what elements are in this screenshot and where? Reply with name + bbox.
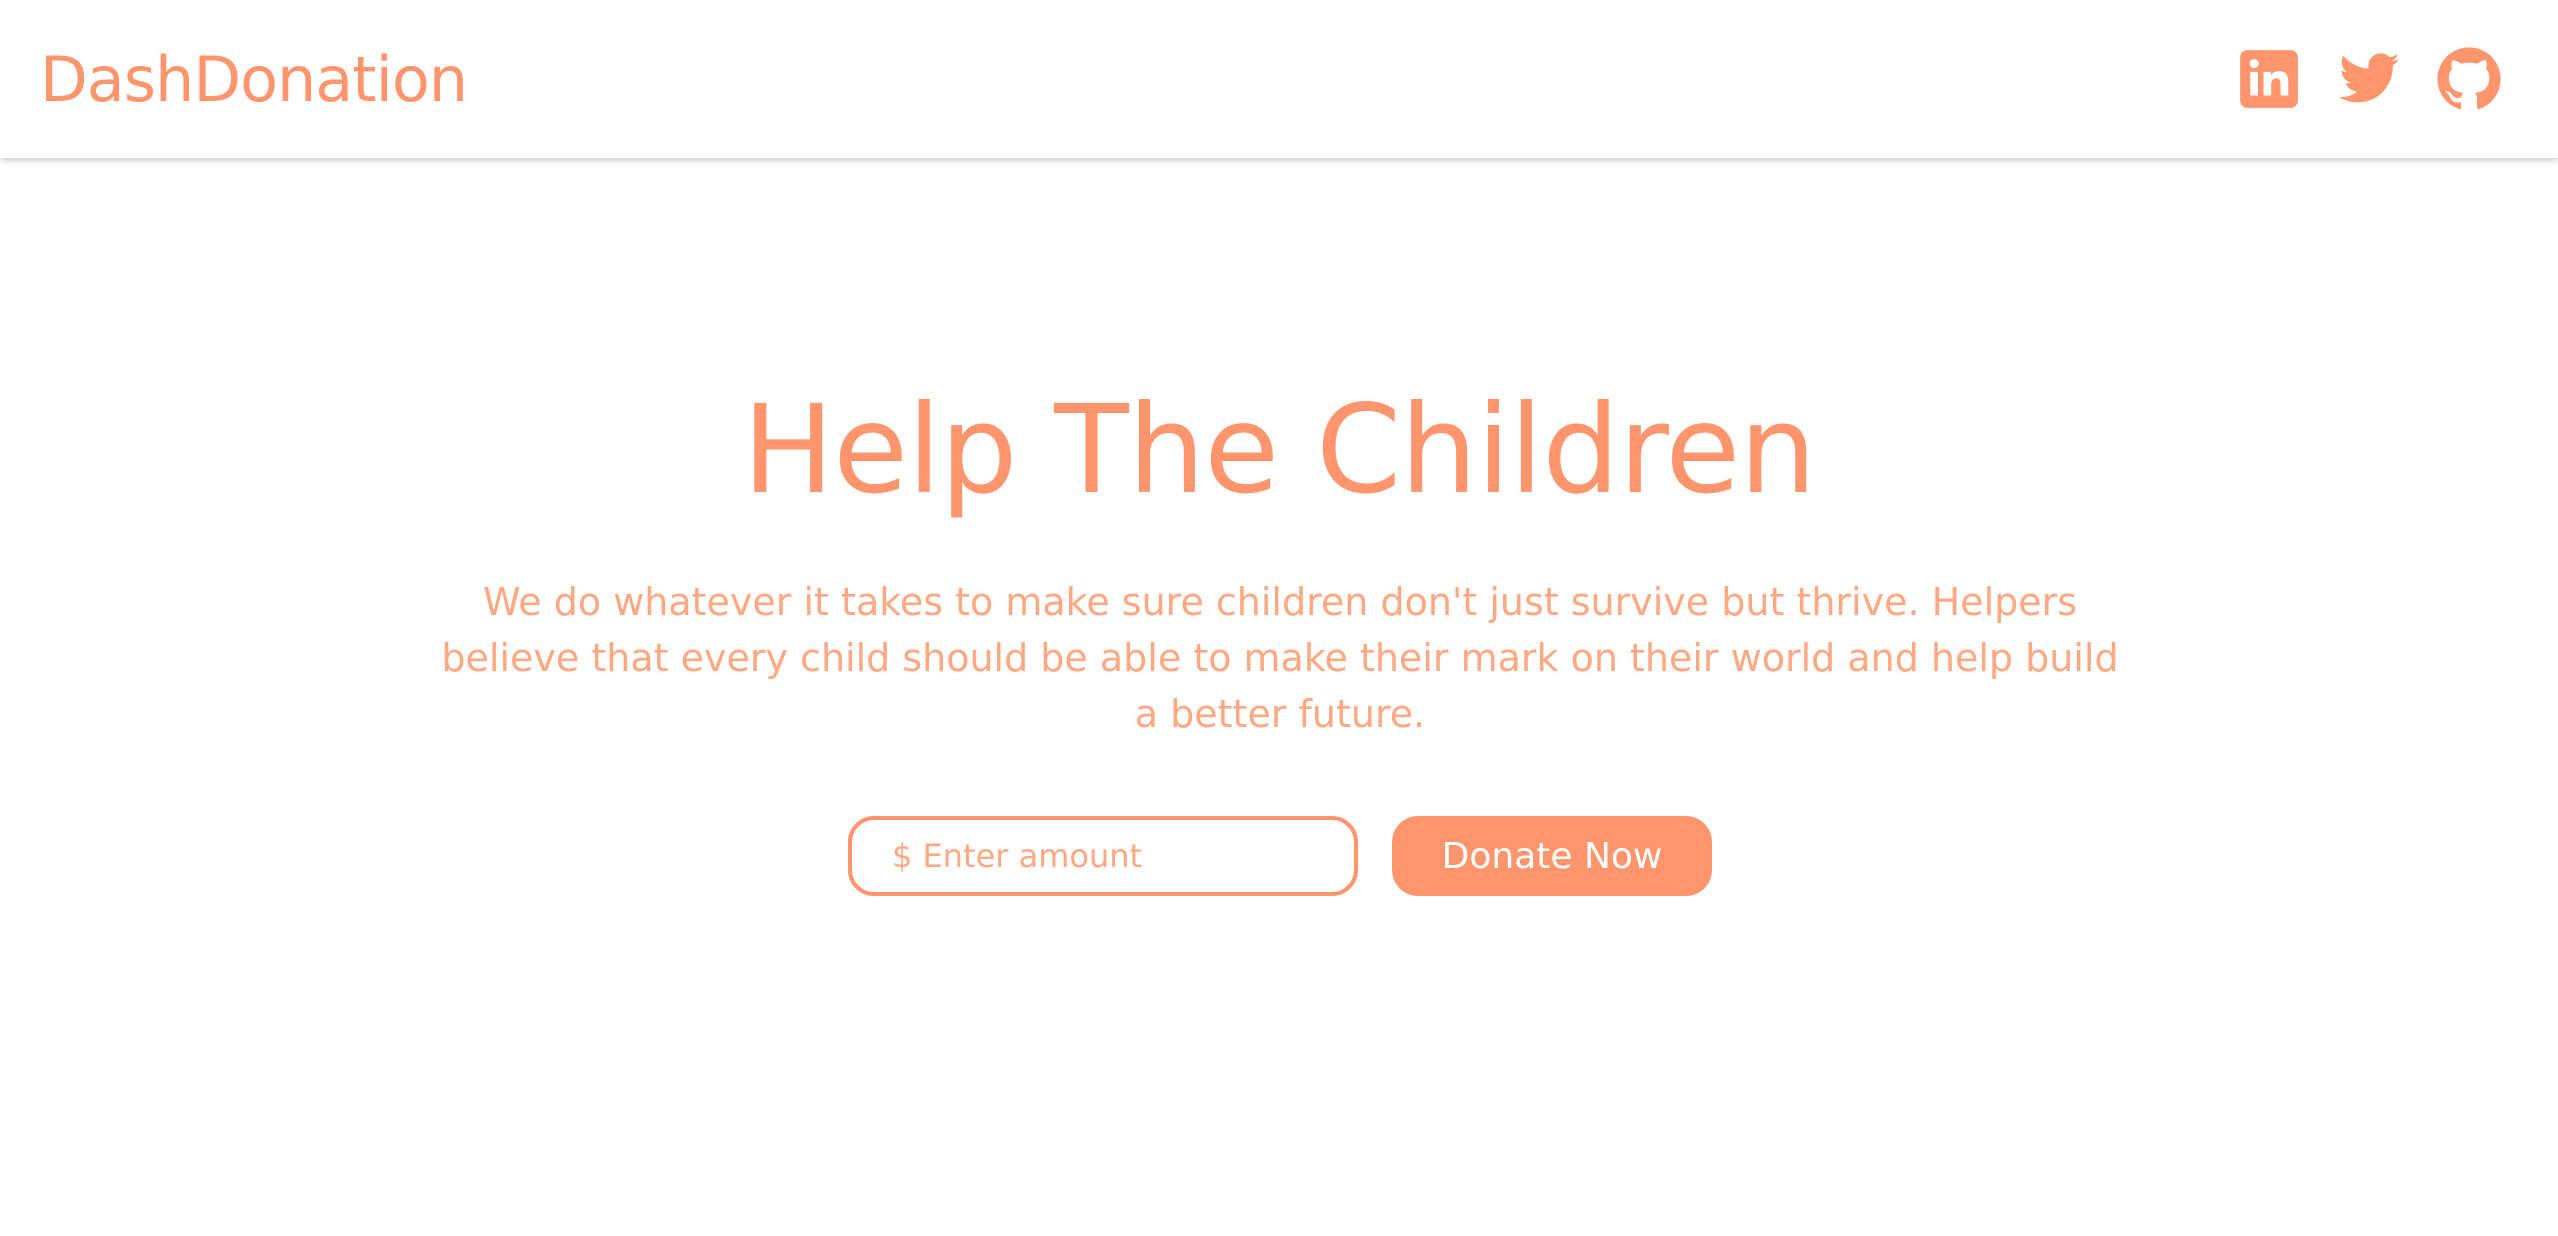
hero-title: Help The Children — [742, 379, 1816, 521]
donation-amount-input[interactable] — [848, 816, 1358, 896]
linkedin-icon — [2240, 50, 2298, 108]
twitter-icon — [2338, 53, 2400, 103]
github-link[interactable] — [2436, 46, 2502, 112]
linkedin-link[interactable] — [2236, 46, 2302, 112]
donate-now-button[interactable]: Donate Now — [1392, 816, 1712, 896]
navbar: DashDonation — [0, 0, 2558, 158]
hero-description: We do whatever it takes to make sure chi… — [441, 580, 2119, 736]
github-icon — [2437, 47, 2501, 110]
twitter-link[interactable] — [2336, 46, 2402, 112]
brand-logo[interactable]: DashDonation — [40, 38, 468, 122]
